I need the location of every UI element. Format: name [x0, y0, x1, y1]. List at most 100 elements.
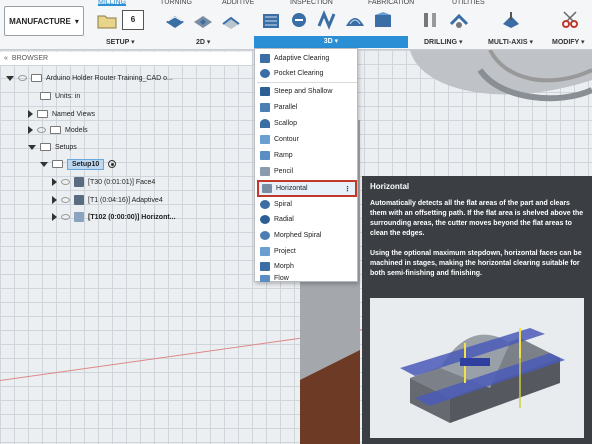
- visibility-icon[interactable]: [61, 214, 70, 220]
- menu-item-label: Contour: [274, 136, 299, 143]
- spiral-icon: [260, 200, 270, 209]
- menu-item-morphed-spiral[interactable]: Morphed Spiral: [257, 228, 357, 243]
- radial-icon: [260, 215, 270, 224]
- chevron-down-icon: ▾: [74, 16, 79, 26]
- menu-item-label: Morph: [274, 263, 294, 270]
- folder-icon: [37, 110, 48, 118]
- expand-icon[interactable]: [52, 178, 57, 186]
- setup-name[interactable]: Setup10: [67, 158, 105, 170]
- active-setup-icon[interactable]: [108, 160, 117, 168]
- new-folder-icon[interactable]: [96, 10, 118, 30]
- folder-icon: [40, 143, 51, 151]
- tree-named-views[interactable]: Named Views: [28, 106, 95, 122]
- horizontal-tooltip: Horizontal Automatically detects all the…: [362, 176, 592, 444]
- document-name: Arduino Holder Router Training_CAD o...: [46, 74, 173, 82]
- operation-row[interactable]: [T1 (0:04:16)] Adaptive4: [52, 192, 163, 208]
- tab-utilities[interactable]: UTILITIES: [452, 0, 485, 6]
- menu-item-project[interactable]: Project: [257, 244, 357, 259]
- drill-icon[interactable]: [420, 10, 442, 30]
- tree-setups[interactable]: Setups: [28, 139, 77, 155]
- pocket-clearing-icon: [260, 69, 270, 78]
- tree-setup10[interactable]: Setup10: [40, 156, 117, 172]
- menu-item-label: Project: [274, 248, 296, 255]
- setup-folder-icon: [52, 160, 63, 168]
- steep-shallow-icon: [260, 87, 270, 96]
- menu-item-pocket-clearing[interactable]: Pocket Clearing: [257, 66, 357, 81]
- tooltip-title: Horizontal: [370, 182, 410, 191]
- expand-icon[interactable]: [28, 110, 33, 118]
- expand-icon[interactable]: [28, 144, 36, 150]
- expand-icon[interactable]: [28, 126, 33, 134]
- scallop-3d-icon[interactable]: [344, 10, 366, 30]
- operation-label: [T102 (0:00:00)] Horizont...: [88, 213, 176, 221]
- tree-units[interactable]: Units: in: [40, 88, 80, 104]
- menu-item-morph[interactable]: Morph: [257, 259, 357, 274]
- browser-header[interactable]: « BROWSER: [0, 52, 252, 66]
- collapse-icon[interactable]: «: [4, 55, 8, 62]
- menu-item-contour[interactable]: Contour: [257, 132, 357, 147]
- morphed-spiral-icon: [260, 231, 270, 240]
- menu-item-ramp[interactable]: Ramp: [257, 148, 357, 163]
- steep-shallow-3d-icon[interactable]: [316, 10, 338, 30]
- contour-3d-icon[interactable]: [372, 10, 394, 30]
- morph-icon: [260, 262, 270, 271]
- tree-models[interactable]: Models: [28, 122, 88, 138]
- menu-item-radial[interactable]: Radial: [257, 212, 357, 227]
- group-setup[interactable]: SETUP ▾: [106, 38, 135, 46]
- tab-additive[interactable]: ADDITIVE: [222, 0, 254, 6]
- more-options-icon[interactable]: ⋮: [344, 185, 351, 193]
- models-label: Models: [65, 126, 88, 134]
- ramp-icon: [260, 151, 270, 160]
- expand-icon[interactable]: [52, 196, 57, 204]
- pencil-icon: [260, 167, 270, 176]
- visibility-icon[interactable]: [18, 75, 27, 81]
- tree-document[interactable]: Arduino Holder Router Training_CAD o...: [6, 70, 173, 86]
- tab-fabrication[interactable]: FABRICATION: [368, 0, 414, 6]
- menu-item-horizontal[interactable]: Horizontal ⋮: [257, 180, 357, 197]
- expand-icon[interactable]: [40, 161, 48, 167]
- expand-icon[interactable]: [52, 213, 57, 221]
- visibility-icon[interactable]: [37, 127, 46, 133]
- tab-milling[interactable]: MILLING: [98, 0, 127, 6]
- menu-item-label: Pocket Clearing: [274, 70, 324, 77]
- face-2d-icon[interactable]: [164, 10, 186, 30]
- group-modify[interactable]: MODIFY ▾: [552, 38, 585, 46]
- scissors-icon[interactable]: [560, 10, 582, 30]
- operation-row[interactable]: [T30 (0:01:01)] Face4: [52, 174, 155, 190]
- menu-item-steep-shallow[interactable]: Steep and Shallow: [257, 84, 357, 99]
- menu-item-label: Ramp: [274, 152, 293, 159]
- menu-item-scallop[interactable]: Scallop: [257, 116, 357, 131]
- group-2d[interactable]: 2D ▾: [196, 38, 210, 46]
- hole-recognition-icon[interactable]: [448, 10, 470, 30]
- pocket-3d-icon[interactable]: [288, 10, 310, 30]
- menu-item-flow[interactable]: Flow: [257, 274, 357, 282]
- setup-icon[interactable]: 6: [122, 10, 144, 30]
- multi-axis-icon[interactable]: [500, 10, 522, 30]
- group-2d-label: 2D: [196, 39, 205, 46]
- visibility-icon[interactable]: [61, 197, 70, 203]
- menu-item-label: Spiral: [274, 201, 292, 208]
- expand-icon[interactable]: [6, 75, 14, 81]
- tab-turning[interactable]: TURNING: [160, 0, 192, 6]
- group-setup-label: SETUP: [106, 39, 130, 46]
- adaptive-operation-icon: [74, 195, 84, 205]
- group-multi-axis[interactable]: MULTI-AXIS ▾: [488, 38, 533, 46]
- workspace-switcher[interactable]: MANUFACTURE ▾: [4, 6, 84, 36]
- menu-item-parallel[interactable]: Parallel: [257, 100, 357, 115]
- menu-item-label: Adaptive Clearing: [274, 55, 330, 62]
- menu-item-spiral[interactable]: Spiral: [257, 197, 357, 212]
- group-modify-label: MODIFY: [552, 39, 580, 46]
- group-drilling[interactable]: DRILLING ▾: [424, 38, 463, 46]
- flow-icon: [260, 274, 270, 282]
- adaptive-2d-icon[interactable]: [192, 10, 214, 30]
- visibility-icon[interactable]: [61, 179, 70, 185]
- operation-row[interactable]: [T102 (0:00:00)] Horizont...: [52, 209, 176, 225]
- menu-item-pencil[interactable]: Pencil: [257, 164, 357, 179]
- contour-2d-icon[interactable]: [220, 10, 242, 30]
- adaptive-3d-icon[interactable]: [260, 10, 282, 30]
- menu-item-label: Scallop: [274, 120, 297, 127]
- menu-item-adaptive-clearing[interactable]: Adaptive Clearing: [257, 51, 357, 66]
- tab-inspection[interactable]: INSPECTION: [290, 0, 333, 6]
- group-multi-axis-label: MULTI-AXIS: [488, 39, 528, 46]
- group-3d[interactable]: 3D ▾: [254, 36, 408, 48]
